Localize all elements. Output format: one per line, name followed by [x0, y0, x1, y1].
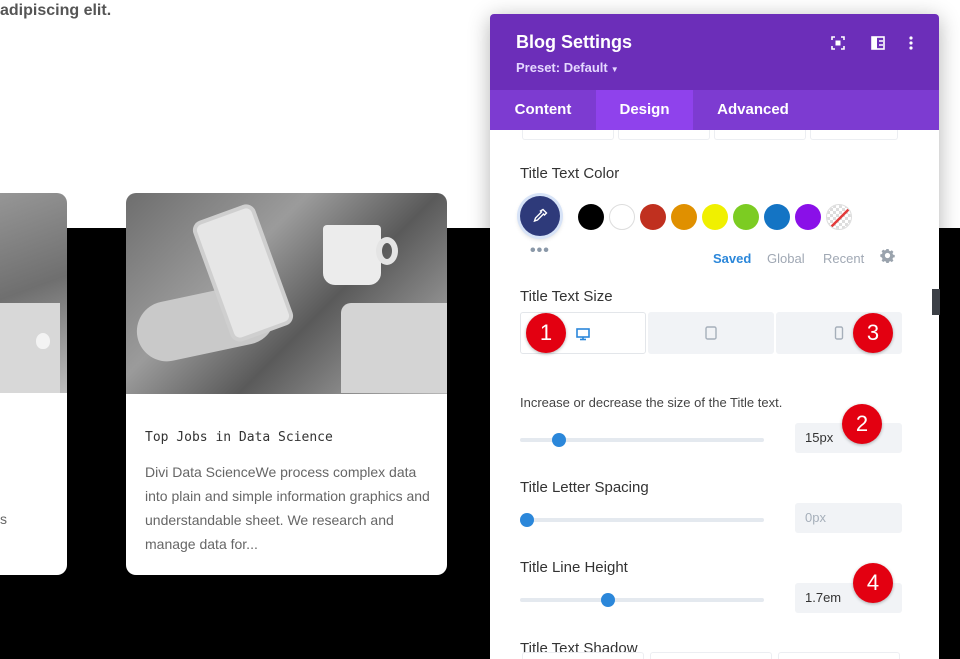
annotation-badge-3: 3 [853, 313, 893, 353]
notebook-graphic [341, 303, 447, 393]
desktop-icon [576, 328, 590, 341]
phone-icon [834, 326, 844, 340]
color-swatch-green[interactable] [733, 204, 759, 230]
palette-tab-global[interactable]: Global [767, 251, 805, 266]
slider-knob[interactable] [600, 593, 615, 607]
intro-text: adipiscing elit. [0, 2, 112, 19]
preset-label: Preset: Default [516, 60, 608, 75]
color-swatch-yellow[interactable] [702, 204, 728, 230]
tab-bar: Content Design Advanced [490, 90, 939, 130]
title-text-size-slider[interactable] [520, 433, 764, 447]
more-options-icon[interactable] [903, 36, 919, 52]
text-shadow-option[interactable] [778, 652, 900, 659]
previous-setting-row [714, 130, 806, 140]
title-letter-spacing-input[interactable]: 0px [795, 503, 902, 533]
text-shadow-option[interactable] [522, 652, 644, 659]
split-view-icon[interactable] [870, 36, 886, 52]
title-line-height-slider[interactable] [520, 593, 764, 607]
title-line-height-label: Title Line Height [520, 559, 628, 576]
preset-selector[interactable]: Preset: Default ▼ [516, 60, 619, 75]
color-swatch-white[interactable] [609, 204, 635, 230]
eyedropper-icon [533, 208, 548, 223]
mug-handle-graphic [376, 237, 398, 265]
annotation-badge-2: 2 [842, 404, 882, 444]
title-letter-spacing-label: Title Letter Spacing [520, 479, 649, 496]
active-color-swatch[interactable] [520, 196, 560, 236]
panel-title: Blog Settings [516, 32, 632, 52]
palette-tab-recent[interactable]: Recent [823, 251, 864, 266]
title-text-size-helper: Increase or decrease the size of the Tit… [520, 395, 783, 410]
title-text-size-label: Title Text Size [520, 288, 613, 305]
blog-card-partial[interactable]: s [0, 193, 67, 575]
color-swatch-purple[interactable] [795, 204, 821, 230]
title-text-color-label: Title Text Color [520, 165, 620, 182]
card-excerpt-fragment: s [0, 511, 7, 527]
color-swatch-black[interactable] [578, 204, 604, 230]
tablet-icon [705, 326, 717, 340]
text-shadow-option[interactable] [650, 652, 772, 659]
mug-graphic [323, 225, 381, 285]
tab-advanced[interactable]: Advanced [693, 90, 813, 130]
annotation-badge-4: 4 [853, 563, 893, 603]
blog-card[interactable]: Top Jobs in Data Science Divi Data Scien… [126, 193, 447, 575]
apple-logo-icon [36, 333, 50, 349]
tab-design[interactable]: Design [596, 90, 693, 130]
laptop-graphic [0, 303, 60, 393]
device-tablet-button[interactable] [648, 312, 774, 354]
annotation-badge-1: 1 [526, 313, 566, 353]
color-swatch-blue[interactable] [764, 204, 790, 230]
tab-content[interactable]: Content [490, 90, 596, 130]
post-excerpt: Divi Data ScienceWe process complex data… [145, 464, 430, 552]
title-letter-spacing-slider[interactable] [520, 513, 764, 527]
previous-setting-row [810, 130, 898, 140]
color-swatch-red[interactable] [640, 204, 666, 230]
scrollbar-handle[interactable] [932, 289, 940, 315]
more-colors-icon[interactable]: ••• [530, 242, 550, 260]
fullscreen-icon[interactable] [830, 36, 846, 52]
panel-header: Blog Settings Preset: Default ▼ [490, 14, 939, 90]
card-image [0, 193, 67, 393]
post-title[interactable]: Top Jobs in Data Science [145, 430, 333, 445]
color-swatch-orange[interactable] [671, 204, 697, 230]
previous-setting-row [522, 130, 614, 140]
no-color-swatch-icon[interactable] [826, 204, 852, 230]
previous-setting-row [618, 130, 710, 140]
slider-knob[interactable] [520, 513, 535, 527]
caret-down-icon: ▼ [610, 65, 619, 74]
slider-knob[interactable] [552, 433, 567, 447]
palette-tab-saved[interactable]: Saved [713, 251, 751, 266]
card-image [126, 193, 447, 394]
gear-icon[interactable] [880, 248, 896, 264]
